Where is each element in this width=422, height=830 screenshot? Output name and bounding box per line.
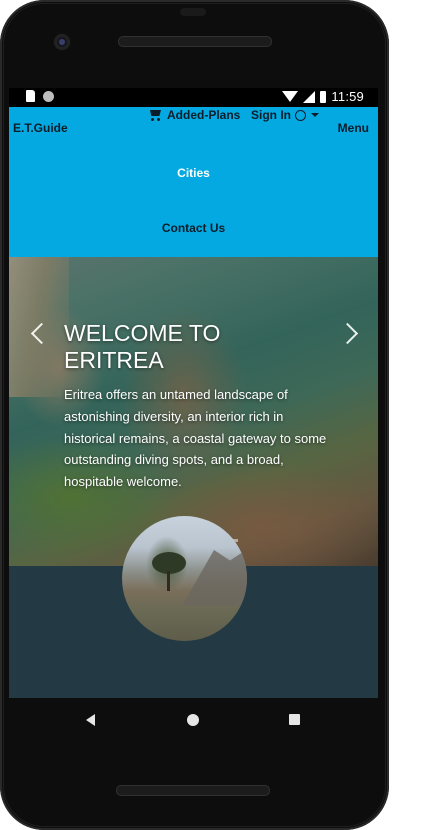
- sd-card-icon: [26, 90, 35, 102]
- status-bar: 11:59: [9, 88, 378, 107]
- earpiece-speaker: [118, 36, 272, 47]
- top-notch: [180, 8, 206, 16]
- bottom-speaker: [116, 785, 270, 796]
- recents-icon[interactable]: [289, 714, 300, 725]
- nav-item-contact-us[interactable]: Contact Us: [9, 221, 378, 235]
- user-circle-icon: [295, 109, 306, 121]
- wifi-icon: [282, 91, 299, 102]
- notification-dot-icon: [43, 90, 54, 102]
- sign-in-label: Sign In: [251, 108, 291, 122]
- status-time: 11:59: [331, 89, 364, 104]
- signal-icon: [303, 90, 316, 103]
- featured-circle-image: [122, 516, 247, 641]
- hero-description: Eritrea offers an untamed landscape of a…: [64, 387, 327, 490]
- system-navigation-bar: [9, 698, 378, 743]
- phone-frame: 11:59 E.T.Guide Added-Plans Sign In Menu…: [0, 0, 389, 830]
- cart-icon: [148, 109, 162, 121]
- nav-item-cities[interactable]: Cities: [9, 166, 378, 180]
- battery-icon: [320, 90, 327, 103]
- brand-link[interactable]: E.T.Guide: [13, 121, 68, 135]
- back-icon[interactable]: [86, 714, 95, 726]
- front-camera: [54, 34, 70, 50]
- added-plans-label: Added-Plans: [167, 108, 241, 122]
- added-plans-link[interactable]: Added-Plans: [148, 108, 240, 122]
- caret-down-icon: [311, 113, 319, 117]
- hero-title: WELCOME TO ERITREA: [64, 320, 221, 373]
- menu-toggle-button[interactable]: Menu: [338, 121, 369, 135]
- sign-in-dropdown[interactable]: Sign In: [251, 108, 319, 122]
- navbar: E.T.Guide Added-Plans Sign In Menu Citie…: [9, 107, 378, 257]
- home-icon[interactable]: [187, 714, 199, 726]
